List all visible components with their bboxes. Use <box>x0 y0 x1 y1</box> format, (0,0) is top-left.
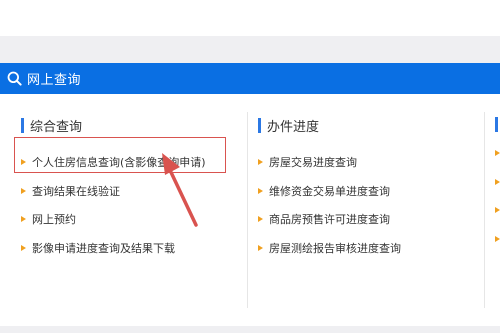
column-accent-bar <box>495 117 498 132</box>
column-title: 办件进度 <box>267 119 320 135</box>
list-item-link[interactable]: 网上预约 <box>32 211 76 227</box>
triangle-bullet-icon <box>258 244 263 251</box>
list-item-link[interactable]: 查询结果在线验证 <box>32 183 120 199</box>
top-blank-area <box>0 0 500 36</box>
column-accent-bar <box>21 117 24 133</box>
list-item-link[interactable]: 房屋测绘报告审核进度查询 <box>269 240 401 256</box>
annotation-arrow-icon <box>162 153 198 227</box>
section-title: 网上查询 <box>27 73 82 88</box>
list-item[interactable]: 维修资金交易单进度查询 <box>258 177 401 206</box>
column-header: 综合查询 <box>21 117 206 135</box>
search-icon <box>7 71 22 86</box>
triangle-bullet-icon <box>21 244 26 251</box>
column-divider <box>247 112 248 308</box>
list-item-link[interactable]: 影像申请进度查询及结果下载 <box>32 240 175 256</box>
top-separator-band <box>0 36 500 63</box>
column-partial-third <box>495 117 500 307</box>
list-item-link[interactable]: 维修资金交易单进度查询 <box>269 183 390 199</box>
triangle-bullet-icon <box>495 207 500 213</box>
column-progress: 办件进度 房屋交易进度查询 维修资金交易单进度查询 商品房预售许可进度查询 房屋… <box>258 117 401 262</box>
list-item[interactable]: 影像申请进度查询及结果下载 <box>21 234 206 263</box>
list-item[interactable]: 房屋交易进度查询 <box>258 148 401 177</box>
list-item[interactable]: 房屋测绘报告审核进度查询 <box>258 234 401 263</box>
triangle-bullet-icon <box>258 187 263 194</box>
list-item[interactable]: 商品房预售许可进度查询 <box>258 205 401 234</box>
column-header: 办件进度 <box>258 117 401 135</box>
triangle-bullet-icon <box>495 179 500 185</box>
triangle-bullet-icon <box>21 216 26 223</box>
triangle-bullet-icon <box>495 236 500 242</box>
triangle-bullet-icon <box>21 187 26 194</box>
column-title: 综合查询 <box>30 119 83 135</box>
triangle-bullet-icon <box>258 216 263 223</box>
link-list: 房屋交易进度查询 维修资金交易单进度查询 商品房预售许可进度查询 房屋测绘报告审… <box>258 148 401 262</box>
triangle-bullet-icon <box>495 150 500 156</box>
list-item-link[interactable]: 房屋交易进度查询 <box>269 154 357 170</box>
section-header-bar: 网上查询 <box>0 63 500 94</box>
column-divider <box>484 112 485 308</box>
list-item-link[interactable]: 商品房预售许可进度查询 <box>269 211 390 227</box>
bottom-separator-band <box>0 326 500 333</box>
column-accent-bar <box>258 117 261 133</box>
triangle-bullet-icon <box>258 159 263 166</box>
